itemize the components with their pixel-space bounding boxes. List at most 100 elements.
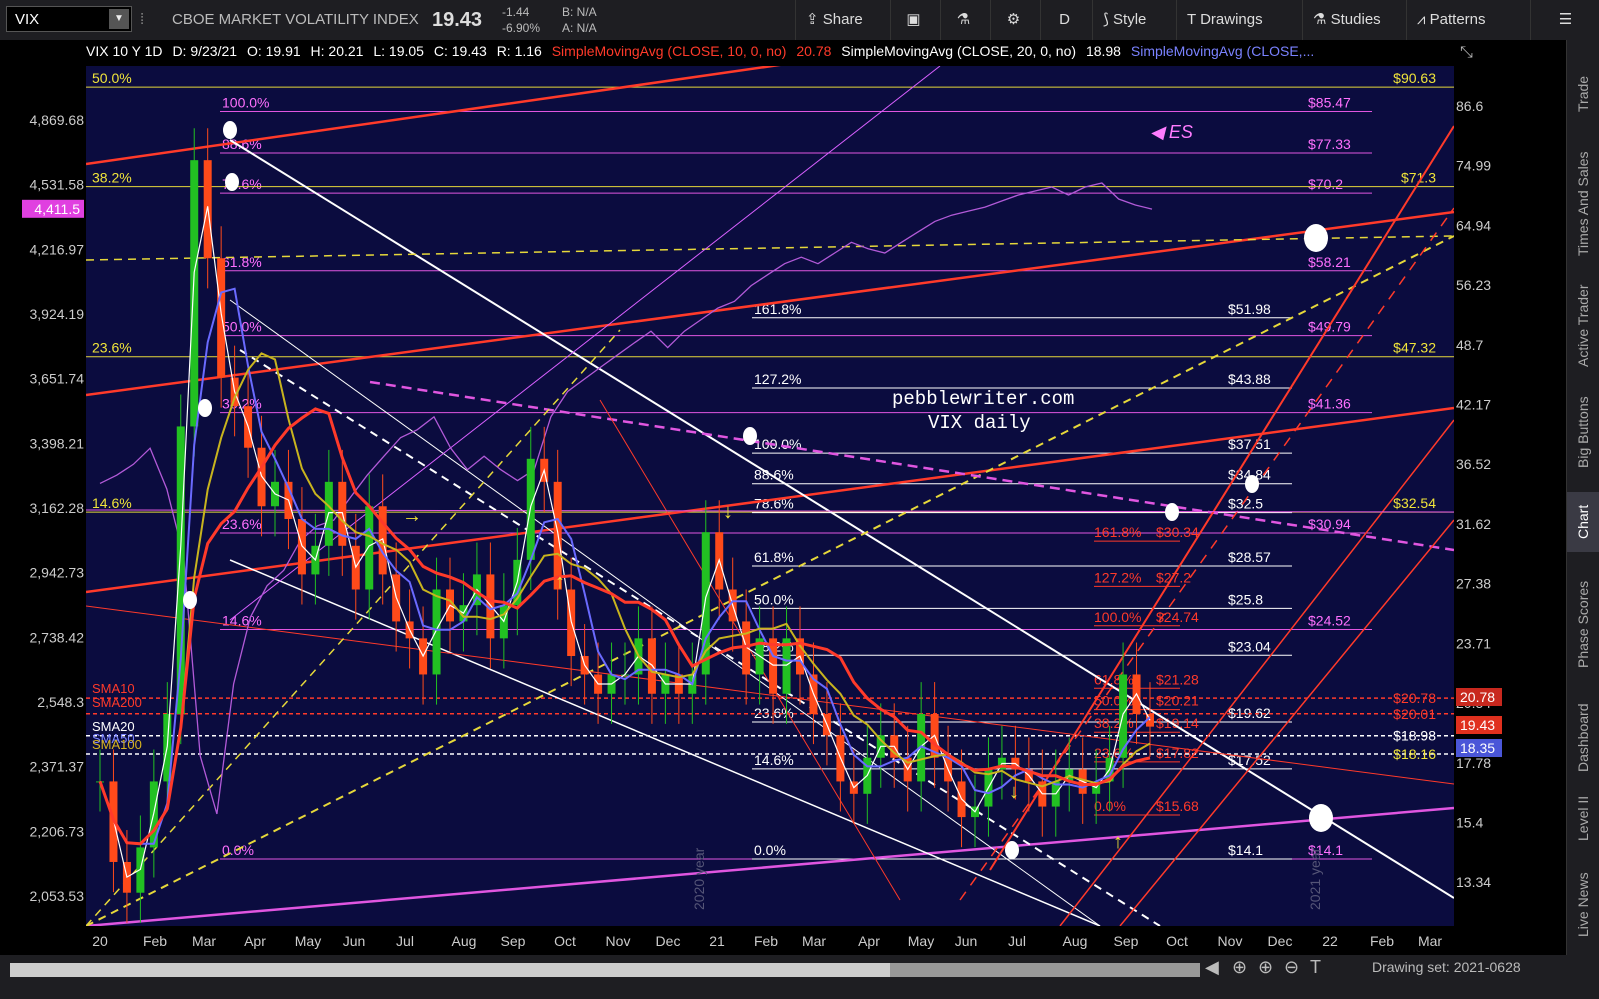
x-axis-tick: Mar	[1418, 933, 1442, 949]
fib-pink-value: $85.47	[1308, 94, 1351, 110]
left-axis-tick: 3,651.74	[30, 371, 85, 387]
arrow-marker: ↑	[1113, 831, 1123, 853]
fib-red-value: $15.68	[1156, 798, 1199, 814]
fib-red-value: $30.34	[1156, 524, 1199, 540]
trend-line	[86, 806, 1454, 926]
sma-level-label: $20.78	[1393, 690, 1436, 706]
scroll-thumb[interactable]	[890, 963, 1200, 977]
sidebar-tab-trade[interactable]: Trade	[1567, 54, 1599, 134]
x-axis-tick: Jul	[1008, 933, 1026, 949]
candle-body	[432, 589, 441, 675]
fib-white-pct: 50.0%	[754, 591, 794, 607]
left-axis-tick: 4,869.68	[30, 112, 85, 128]
fib-white-value: $23.04	[1228, 638, 1271, 654]
chart-svg: 100.0% $85.4788.6% $77.3378.6% $70.261.8% $5…	[22, 66, 1502, 949]
trend-line	[989, 125, 1454, 871]
x-axis-tick: Nov	[1218, 933, 1243, 949]
x-axis-tick: Feb	[1370, 933, 1394, 949]
x-axis-tick: Apr	[858, 933, 880, 949]
year-label: 2021 year	[1307, 847, 1323, 910]
fib-red-pct: 127.2%	[1094, 569, 1141, 585]
bottom-bar: ◀ ⊕ ⊕ ⊖ T Drawing set: 2021-0628	[0, 955, 1599, 999]
candle-body	[176, 426, 185, 714]
fib-white-pct: 61.8%	[754, 549, 794, 565]
x-axis-tick: Mar	[802, 933, 826, 949]
sidebar-tab-phase-scores[interactable]: Phase Scores	[1567, 564, 1599, 684]
right-axis-tick: 31.62	[1456, 516, 1491, 532]
candle-body	[365, 506, 374, 590]
sidebar-tab-times-and-sales[interactable]: Times And Sales	[1567, 144, 1599, 264]
fib-white-value: $14.1	[1228, 842, 1263, 858]
trend-line	[86, 66, 781, 166]
candle-body	[701, 532, 710, 675]
fib-white-pct: 127.2%	[754, 371, 801, 387]
x-axis-tick: Aug	[452, 933, 477, 949]
x-axis-tick: Mar	[192, 933, 216, 949]
annotation-marker	[198, 399, 212, 417]
drawing-set-label[interactable]: Drawing set: 2021-0628	[1372, 959, 1521, 975]
sma-name-label: SMA10	[92, 681, 135, 696]
zoom-out-icon[interactable]: ⊖	[1284, 957, 1299, 978]
annotation-marker	[223, 121, 237, 139]
left-axis-tick: 2,942.73	[30, 565, 85, 581]
text-tool-icon[interactable]: T	[1310, 957, 1321, 978]
arrow-marker: →	[402, 505, 422, 527]
fib-white-value: $43.88	[1228, 371, 1271, 387]
right-axis-tick: 17.78	[1456, 755, 1491, 771]
right-axis-tick: 27.38	[1456, 576, 1491, 592]
x-axis-tick: May	[295, 933, 321, 949]
fib-pink-value: $77.33	[1308, 136, 1351, 152]
fib-pink-value: $41.36	[1308, 396, 1351, 412]
x-axis-tick: Apr	[244, 933, 266, 949]
x-axis-tick: Jun	[343, 933, 366, 949]
fib-white-value: $51.98	[1228, 301, 1271, 317]
fib-white-pct: 0.0%	[754, 842, 786, 858]
x-axis-tick: Feb	[754, 933, 778, 949]
right-axis-tick: 64.94	[1456, 217, 1491, 233]
sidebar-tab-chart[interactable]: Chart	[1567, 492, 1599, 552]
x-axis-tick: Jul	[396, 933, 414, 949]
fib-red-pct: 38.2%	[1094, 715, 1134, 731]
left-axis-tick: 3,398.21	[30, 435, 85, 451]
fib-white-value: $28.57	[1228, 549, 1271, 565]
sma-level-label: $20.01	[1393, 706, 1436, 722]
left-axis-tick: 4,216.97	[30, 241, 85, 257]
left-axis-tick: 2,053.53	[30, 888, 85, 904]
fib-pink-pct: 61.8%	[222, 254, 262, 270]
sidebar-tab-dashboard[interactable]: Dashboard	[1567, 700, 1599, 776]
arrow-marker: ↓	[1009, 781, 1019, 803]
price-marker-label: 19.43	[1460, 717, 1495, 733]
sidebar-tab-active-trader[interactable]: Active Trader	[1567, 280, 1599, 372]
annotation-marker	[743, 427, 757, 445]
sidebar-tab-live-news[interactable]: Live News	[1567, 858, 1599, 952]
candle-body	[190, 160, 199, 427]
trend-line	[86, 329, 621, 926]
fib-red-value: $17.82	[1156, 745, 1199, 761]
left-axis-tick: 2,206.73	[30, 823, 85, 839]
horizontal-scrollbar[interactable]	[10, 963, 1200, 977]
fib-pink-value: $70.2	[1308, 176, 1343, 192]
fib-pink-value: $58.21	[1308, 254, 1351, 270]
right-axis-tick: 42.17	[1456, 397, 1491, 413]
sidebar-tab-level-ii[interactable]: Level II	[1567, 792, 1599, 844]
x-axis-tick: Aug	[1063, 933, 1088, 949]
fib-red-value: $21.28	[1156, 671, 1199, 687]
arrow-marker: ↓	[723, 501, 733, 523]
right-axis-tick: 23.71	[1456, 635, 1491, 651]
right-axis-tick: 13.34	[1456, 874, 1491, 890]
sma-name-label: SMA200	[92, 695, 142, 710]
watermark-text: pebblewriter.com	[892, 388, 1075, 410]
sidebar-tab-big-buttons[interactable]: Big Buttons	[1567, 386, 1599, 478]
zoom-out-left-icon[interactable]: ◀	[1205, 957, 1219, 978]
left-axis-tick: 4,531.58	[30, 177, 85, 193]
right-axis-tick: 36.52	[1456, 456, 1491, 472]
fib-yellow-pct: 14.6%	[92, 495, 132, 511]
x-axis-tick: 21	[709, 933, 725, 949]
crosshair-icon[interactable]: ⊕	[1232, 957, 1247, 978]
es-label-text: ES	[1168, 122, 1193, 142]
year-label: 2020 year	[691, 847, 707, 910]
zoom-in-icon[interactable]: ⊕	[1258, 957, 1273, 978]
arrow-marker: ↑	[555, 571, 565, 593]
right-axis-tick: 74.99	[1456, 158, 1491, 174]
annotation-marker	[1245, 475, 1259, 493]
